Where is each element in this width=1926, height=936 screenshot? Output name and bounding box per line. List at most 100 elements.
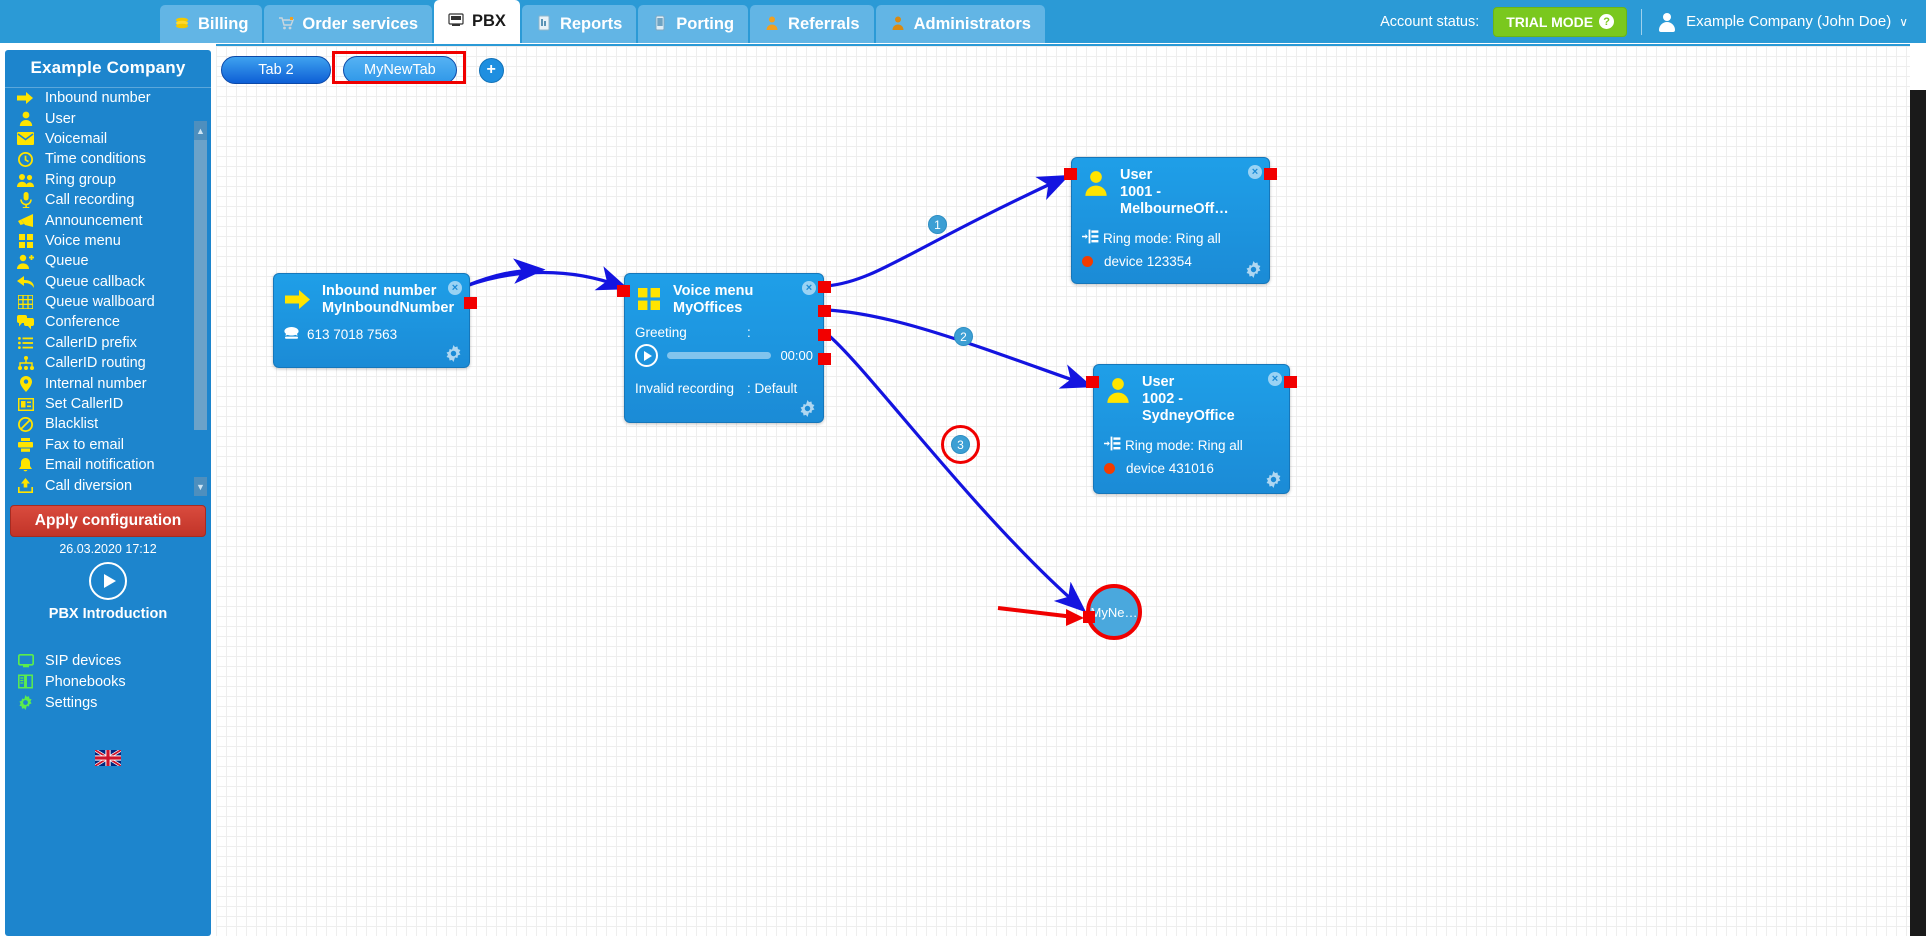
page-scrollbar[interactable] (1910, 90, 1926, 936)
sidebar-item-time-conditions[interactable]: Time conditions (5, 149, 211, 169)
sidebar-item-label: Email notification (45, 457, 155, 474)
envelope-icon (16, 132, 35, 146)
arrow-back-icon (16, 275, 35, 289)
help-icon[interactable]: ? (1599, 14, 1615, 29)
flow-tab-label: Tab 2 (258, 62, 294, 78)
sidebar-item-label: Conference (45, 314, 120, 331)
wire-inbound-mid-arrow (465, 258, 546, 288)
sidebar-item-internal-number[interactable]: Internal number (5, 373, 211, 393)
node-user-1001[interactable]: × User 1001 - MelbourneOff… Ring mode: R… (1064, 157, 1277, 284)
sidebar-item-voicemail[interactable]: Voicemail (5, 129, 211, 149)
node-name-label: MyOffices (673, 300, 743, 317)
sidebar-item-call-diversion[interactable]: Call diversion (5, 475, 211, 495)
input-port[interactable] (1083, 611, 1095, 623)
play-button-icon[interactable] (89, 562, 127, 600)
sidebar-item-sip-devices[interactable]: SIP devices (5, 650, 211, 671)
connection-badge-2[interactable]: 2 (954, 327, 973, 346)
close-icon[interactable]: × (448, 281, 462, 295)
sidebar-item-ring-group[interactable]: Ring group (5, 170, 211, 190)
sidebar: Example Company Inbound number User Voic… (5, 50, 211, 936)
sidebar-item-blacklist[interactable]: Blacklist (5, 414, 211, 434)
connection-badge-3[interactable]: 3 (951, 435, 970, 454)
trial-mode-label: TRIAL MODE (1506, 13, 1594, 30)
output-port[interactable] (1264, 168, 1277, 180)
flow-tab-tab-2[interactable]: Tab 2 (221, 56, 331, 84)
sidebar-item-call-recording[interactable]: Call recording (5, 190, 211, 210)
flow-tab-bar: Tab 2 MyNewTab + (221, 51, 504, 84)
sidebar-item-phonebooks[interactable]: Phonebooks (5, 671, 211, 692)
sidebar-bottom-links: SIP devices Phonebooks Settings (5, 650, 211, 713)
greeting-player[interactable]: 00:00 (625, 340, 823, 368)
nav-tab-reports[interactable]: Reports (521, 5, 637, 43)
node-voice-menu[interactable]: × Voice menu MyOffices Greeting : 00:00 … (617, 273, 831, 423)
people-icon (16, 173, 35, 187)
sidebar-item-user[interactable]: User (5, 108, 211, 128)
apply-configuration-button[interactable]: Apply configuration (10, 505, 206, 537)
account-menu[interactable]: Example Company (John Doe) ∨ (1656, 10, 1908, 33)
scrollbar-thumb[interactable] (194, 140, 207, 430)
play-button-icon[interactable] (635, 344, 658, 368)
sidebar-item-label: Queue (45, 253, 89, 270)
ring-mode-row: Ring mode: Ring all (1094, 434, 1289, 456)
sidebar-item-queue[interactable]: Queue (5, 251, 211, 271)
megaphone-icon (16, 213, 35, 228)
sidebar-item-settings[interactable]: Settings (5, 692, 211, 713)
wire-voicemenu-to-user1 (826, 174, 1070, 288)
node-title-block: Inbound number MyInboundNumber (322, 283, 454, 317)
output-port-4[interactable] (818, 353, 831, 365)
input-port[interactable] (1086, 376, 1099, 388)
gear-icon[interactable] (1245, 261, 1262, 278)
output-port-2[interactable] (818, 305, 831, 317)
output-port-3[interactable] (818, 329, 831, 341)
input-port[interactable] (617, 285, 630, 297)
nav-tab-administrators[interactable]: Administrators (875, 5, 1045, 43)
nav-tab-label: Porting (676, 14, 735, 33)
playback-progress-bar[interactable] (667, 352, 772, 360)
trial-mode-badge[interactable]: TRIAL MODE ? (1493, 6, 1628, 37)
output-port[interactable] (464, 297, 477, 309)
sidebar-item-inbound-number[interactable]: Inbound number (5, 88, 211, 108)
add-tab-button[interactable]: + (478, 57, 504, 83)
sidebar-item-label: Voicemail (45, 130, 108, 147)
gear-icon[interactable] (799, 400, 816, 417)
sidebar-item-fax-to-email[interactable]: Fax to email (5, 435, 211, 455)
nav-tab-referrals[interactable]: Referrals (750, 5, 874, 43)
node-user-1002[interactable]: × User 1002 - SydneyOffice Ring mode: Ri… (1086, 364, 1297, 494)
close-icon[interactable]: × (1248, 165, 1262, 179)
gear-icon[interactable] (445, 345, 462, 362)
sidebar-item-conference[interactable]: Conference (5, 312, 211, 332)
pbx-introduction-block[interactable]: PBX Introduction (5, 562, 211, 622)
sidebar-item-voice-menu[interactable]: Voice menu (5, 231, 211, 251)
arrow-right-icon (284, 283, 312, 315)
sidebar-item-callerid-routing[interactable]: CallerID routing (5, 353, 211, 373)
sidebar-scrollbar[interactable]: ▲ ▼ (194, 88, 207, 498)
close-icon[interactable]: × (802, 281, 816, 295)
sidebar-item-queue-callback[interactable]: Queue callback (5, 272, 211, 292)
printer-icon (16, 437, 35, 452)
close-icon[interactable]: × (1268, 372, 1282, 386)
sidebar-item-set-callerid[interactable]: Set CallerID (5, 394, 211, 414)
nav-tab-order-services[interactable]: Order services (264, 5, 433, 43)
nav-tab-porting[interactable]: Porting (638, 5, 749, 43)
output-port-1[interactable] (818, 281, 831, 293)
sidebar-item-callerid-prefix[interactable]: CallerID prefix (5, 333, 211, 353)
sidebar-item-announcement[interactable]: Announcement (5, 210, 211, 230)
gear-icon[interactable] (1265, 471, 1282, 488)
connection-badge-1[interactable]: 1 (928, 215, 947, 234)
scroll-down-icon[interactable]: ▼ (194, 477, 207, 496)
output-port[interactable] (1284, 376, 1297, 388)
sidebar-item-email-notification[interactable]: Email notification (5, 455, 211, 475)
sidebar-item-label: Queue callback (45, 273, 145, 290)
flow-canvas[interactable]: Tab 2 MyNewTab + × Inbound number MyInbo… (216, 46, 1910, 936)
flow-tab-mynewtab[interactable]: MyNewTab (332, 51, 466, 84)
nav-tab-pbx[interactable]: PBX (434, 0, 520, 43)
input-port[interactable] (1064, 168, 1077, 180)
nav-tab-billing[interactable]: Billing (160, 5, 263, 43)
gear-icon (16, 695, 35, 710)
language-selector[interactable] (5, 750, 211, 771)
person-icon (16, 111, 35, 127)
scroll-up-icon[interactable]: ▲ (194, 121, 207, 140)
node-inbound-number[interactable]: × Inbound number MyInboundNumber 613 701… (273, 273, 477, 368)
sidebar-item-queue-wallboard[interactable]: Queue wallboard (5, 292, 211, 312)
node-mynewnode[interactable]: MyNe… (1083, 584, 1142, 640)
